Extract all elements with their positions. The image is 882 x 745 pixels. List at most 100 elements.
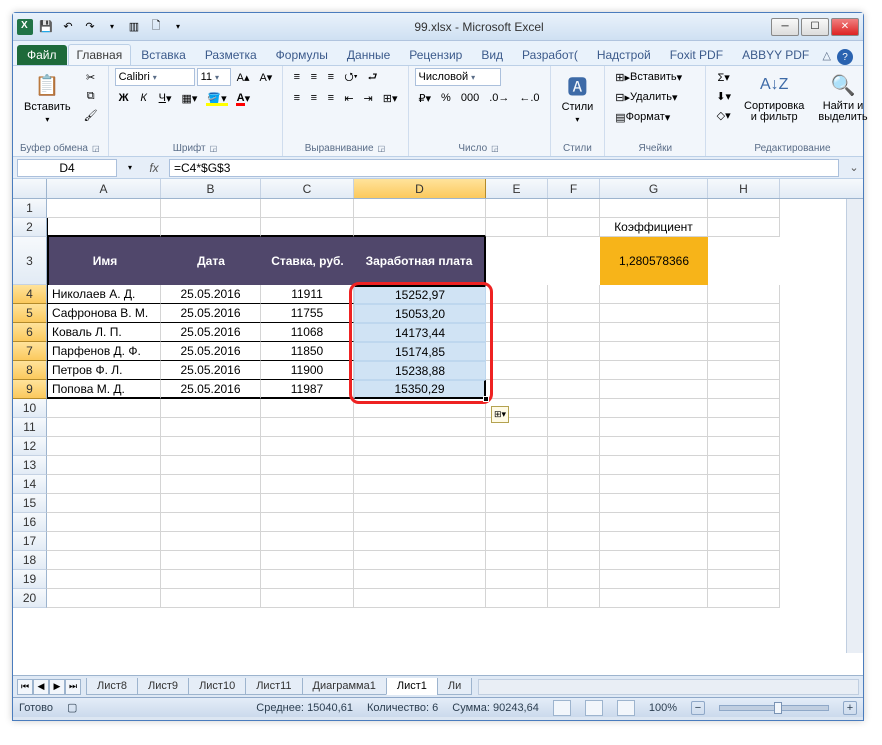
th-name[interactable]: Имя: [47, 237, 161, 285]
zoom-slider[interactable]: [719, 705, 829, 711]
cell[interactable]: [548, 437, 600, 456]
undo-button[interactable]: ↶: [59, 18, 77, 36]
cell[interactable]: [600, 475, 708, 494]
cell[interactable]: [548, 218, 600, 237]
cell[interactable]: [548, 199, 600, 218]
cell[interactable]: [261, 456, 354, 475]
cell[interactable]: [708, 513, 780, 532]
cell[interactable]: [161, 551, 261, 570]
close-button[interactable]: ✕: [831, 18, 859, 36]
sheet-tab[interactable]: Лист10: [188, 678, 246, 695]
tab-data[interactable]: Данные: [338, 44, 399, 65]
tab-formulas[interactable]: Формулы: [267, 44, 337, 65]
sheet-nav-next[interactable]: ▶: [49, 679, 65, 695]
cell[interactable]: [600, 551, 708, 570]
cell[interactable]: [708, 342, 780, 361]
cell[interactable]: 25.05.2016: [161, 285, 261, 304]
cell[interactable]: [708, 399, 780, 418]
wrap-text-button[interactable]: ⮐: [364, 68, 382, 86]
cell[interactable]: [600, 199, 708, 218]
tab-review[interactable]: Рецензир: [400, 44, 471, 65]
cell[interactable]: [354, 513, 486, 532]
cell[interactable]: [261, 475, 354, 494]
cell[interactable]: [548, 589, 600, 608]
cell[interactable]: [161, 475, 261, 494]
cell[interactable]: [548, 570, 600, 589]
row-header-12[interactable]: 12: [13, 437, 47, 456]
align-top-button[interactable]: ≡: [289, 68, 304, 86]
italic-button[interactable]: К: [135, 89, 153, 107]
cell[interactable]: [548, 342, 600, 361]
cell[interactable]: [161, 218, 261, 237]
cell[interactable]: [708, 418, 780, 437]
cell[interactable]: [600, 437, 708, 456]
minimize-button[interactable]: ─: [771, 18, 799, 36]
coef-label-cell[interactable]: Коэффициент: [600, 218, 708, 237]
cell[interactable]: Петров Ф. Л.: [47, 361, 161, 380]
cell[interactable]: [486, 304, 548, 323]
cell[interactable]: [600, 380, 708, 399]
cell[interactable]: 11987: [261, 380, 354, 399]
number-format-combo[interactable]: Числовой: [415, 68, 501, 86]
sheet-tab[interactable]: Лист9: [137, 678, 189, 695]
cell[interactable]: [548, 475, 600, 494]
cell[interactable]: [548, 361, 600, 380]
copy-button[interactable]: ⧉: [80, 87, 102, 105]
cell[interactable]: [600, 285, 708, 304]
cell[interactable]: Николаев А. Д.: [47, 285, 161, 304]
fill-color-button[interactable]: 🪣▾: [203, 89, 230, 107]
increase-decimal-button[interactable]: .0→: [485, 89, 513, 107]
cell[interactable]: [161, 513, 261, 532]
view-page-break-button[interactable]: [617, 700, 635, 716]
font-color-button[interactable]: A▾: [233, 89, 254, 107]
row-header-19[interactable]: 19: [13, 570, 47, 589]
vertical-scrollbar[interactable]: [846, 199, 863, 653]
cell[interactable]: 25.05.2016: [161, 342, 261, 361]
merge-button[interactable]: ⊞▾: [379, 89, 402, 107]
cell[interactable]: 15350,29: [354, 380, 486, 399]
cell[interactable]: [354, 399, 486, 418]
bold-button[interactable]: Ж: [115, 89, 133, 107]
cell[interactable]: [708, 532, 780, 551]
qat-more-button[interactable]: ▾: [103, 18, 121, 36]
cell[interactable]: Сафронова В. М.: [47, 304, 161, 323]
tab-home[interactable]: Главная: [68, 44, 132, 65]
cell[interactable]: [486, 551, 548, 570]
cell[interactable]: [354, 418, 486, 437]
autofill-options-button[interactable]: ⊞▾: [491, 406, 509, 423]
decrease-decimal-button[interactable]: ←.0: [515, 89, 543, 107]
cell[interactable]: 25.05.2016: [161, 323, 261, 342]
help-button[interactable]: ?: [837, 49, 853, 65]
row-header-9[interactable]: 9: [13, 380, 47, 399]
currency-button[interactable]: ₽▾: [415, 89, 436, 107]
cell[interactable]: [161, 199, 261, 218]
cell[interactable]: [708, 589, 780, 608]
alignment-dialog-launcher[interactable]: ◲: [377, 143, 387, 154]
cell[interactable]: [486, 199, 548, 218]
cell[interactable]: [486, 237, 548, 285]
cell[interactable]: 15252,97: [354, 285, 486, 304]
coef-value-cell[interactable]: 1,280578366: [600, 237, 708, 285]
cell[interactable]: [708, 475, 780, 494]
cell[interactable]: [161, 437, 261, 456]
col-header-G[interactable]: G: [600, 179, 708, 198]
cell[interactable]: [261, 494, 354, 513]
horizontal-scrollbar[interactable]: [478, 679, 859, 695]
tab-view[interactable]: Вид: [472, 44, 512, 65]
find-select-button[interactable]: 🔍 Найти и выделить: [813, 68, 872, 126]
select-all-corner[interactable]: [13, 179, 47, 199]
cell[interactable]: [261, 199, 354, 218]
col-header-A[interactable]: A: [47, 179, 161, 198]
cell[interactable]: [486, 513, 548, 532]
cell[interactable]: [708, 285, 780, 304]
autosum-button[interactable]: Σ▾: [712, 68, 735, 86]
sheet-nav-prev[interactable]: ◀: [33, 679, 49, 695]
cell[interactable]: [354, 570, 486, 589]
cell[interactable]: [600, 304, 708, 323]
cell[interactable]: [486, 218, 548, 237]
macro-record-icon[interactable]: ▢: [67, 701, 77, 714]
cell[interactable]: [708, 361, 780, 380]
clipboard-dialog-launcher[interactable]: ◲: [91, 143, 101, 154]
cell[interactable]: [708, 218, 780, 237]
cell[interactable]: [708, 237, 780, 285]
